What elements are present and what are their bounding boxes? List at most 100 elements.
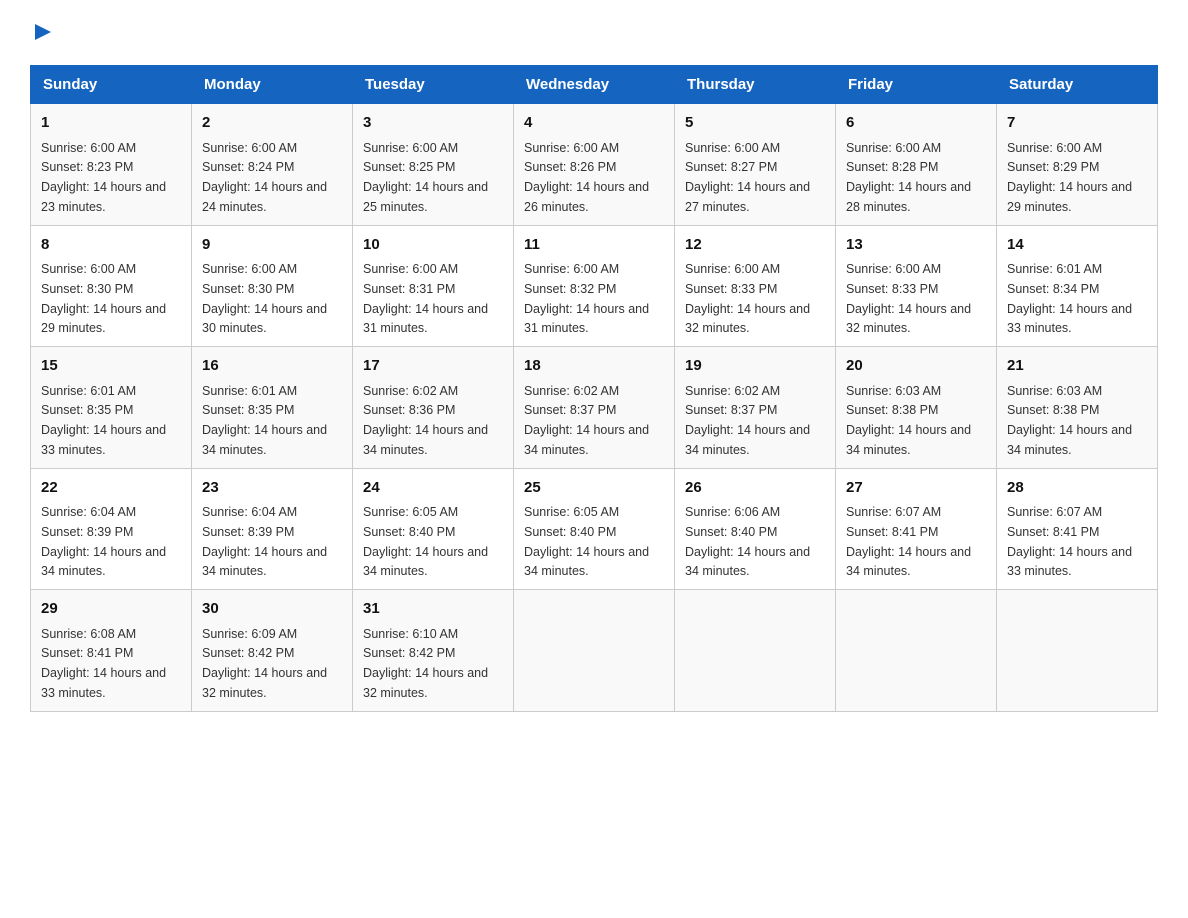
- calendar-cell: 15 Sunrise: 6:01 AMSunset: 8:35 PMDaylig…: [31, 347, 192, 469]
- day-number: 27: [846, 477, 986, 500]
- calendar-cell: 1 Sunrise: 6:00 AMSunset: 8:23 PMDayligh…: [31, 104, 192, 226]
- calendar-cell: 14 Sunrise: 6:01 AMSunset: 8:34 PMDaylig…: [997, 225, 1158, 347]
- day-info: Sunrise: 6:07 AMSunset: 8:41 PMDaylight:…: [846, 505, 971, 578]
- day-info: Sunrise: 6:05 AMSunset: 8:40 PMDaylight:…: [363, 505, 488, 578]
- calendar-week-row: 22 Sunrise: 6:04 AMSunset: 8:39 PMDaylig…: [31, 468, 1158, 590]
- day-number: 24: [363, 477, 503, 500]
- calendar-cell: 11 Sunrise: 6:00 AMSunset: 8:32 PMDaylig…: [514, 225, 675, 347]
- calendar-cell: [675, 590, 836, 712]
- col-header-monday: Monday: [192, 66, 353, 104]
- logo: [30, 20, 53, 47]
- day-info: Sunrise: 6:00 AMSunset: 8:33 PMDaylight:…: [846, 262, 971, 335]
- calendar-cell: 8 Sunrise: 6:00 AMSunset: 8:30 PMDayligh…: [31, 225, 192, 347]
- calendar-cell: 21 Sunrise: 6:03 AMSunset: 8:38 PMDaylig…: [997, 347, 1158, 469]
- day-number: 15: [41, 355, 181, 378]
- day-number: 11: [524, 234, 664, 257]
- calendar-week-row: 1 Sunrise: 6:00 AMSunset: 8:23 PMDayligh…: [31, 104, 1158, 226]
- day-info: Sunrise: 6:00 AMSunset: 8:25 PMDaylight:…: [363, 141, 488, 214]
- col-header-wednesday: Wednesday: [514, 66, 675, 104]
- calendar-cell: 4 Sunrise: 6:00 AMSunset: 8:26 PMDayligh…: [514, 104, 675, 226]
- calendar-cell: 3 Sunrise: 6:00 AMSunset: 8:25 PMDayligh…: [353, 104, 514, 226]
- calendar-cell: 26 Sunrise: 6:06 AMSunset: 8:40 PMDaylig…: [675, 468, 836, 590]
- day-number: 21: [1007, 355, 1147, 378]
- day-info: Sunrise: 6:10 AMSunset: 8:42 PMDaylight:…: [363, 627, 488, 700]
- day-info: Sunrise: 6:00 AMSunset: 8:29 PMDaylight:…: [1007, 141, 1132, 214]
- calendar-cell: 5 Sunrise: 6:00 AMSunset: 8:27 PMDayligh…: [675, 104, 836, 226]
- day-info: Sunrise: 6:05 AMSunset: 8:40 PMDaylight:…: [524, 505, 649, 578]
- calendar-cell: 10 Sunrise: 6:00 AMSunset: 8:31 PMDaylig…: [353, 225, 514, 347]
- calendar-week-row: 8 Sunrise: 6:00 AMSunset: 8:30 PMDayligh…: [31, 225, 1158, 347]
- calendar-cell: 28 Sunrise: 6:07 AMSunset: 8:41 PMDaylig…: [997, 468, 1158, 590]
- day-number: 31: [363, 598, 503, 621]
- day-number: 23: [202, 477, 342, 500]
- calendar-cell: 13 Sunrise: 6:00 AMSunset: 8:33 PMDaylig…: [836, 225, 997, 347]
- day-info: Sunrise: 6:04 AMSunset: 8:39 PMDaylight:…: [41, 505, 166, 578]
- calendar-cell: 29 Sunrise: 6:08 AMSunset: 8:41 PMDaylig…: [31, 590, 192, 712]
- day-info: Sunrise: 6:01 AMSunset: 8:35 PMDaylight:…: [202, 384, 327, 457]
- day-info: Sunrise: 6:08 AMSunset: 8:41 PMDaylight:…: [41, 627, 166, 700]
- calendar-cell: 18 Sunrise: 6:02 AMSunset: 8:37 PMDaylig…: [514, 347, 675, 469]
- day-number: 2: [202, 112, 342, 135]
- page-header: [30, 20, 1158, 47]
- day-number: 17: [363, 355, 503, 378]
- day-number: 9: [202, 234, 342, 257]
- day-info: Sunrise: 6:00 AMSunset: 8:31 PMDaylight:…: [363, 262, 488, 335]
- day-number: 30: [202, 598, 342, 621]
- logo-arrow-icon: [33, 22, 53, 47]
- day-number: 16: [202, 355, 342, 378]
- calendar-cell: [997, 590, 1158, 712]
- day-info: Sunrise: 6:00 AMSunset: 8:27 PMDaylight:…: [685, 141, 810, 214]
- calendar-cell: 23 Sunrise: 6:04 AMSunset: 8:39 PMDaylig…: [192, 468, 353, 590]
- calendar-cell: 24 Sunrise: 6:05 AMSunset: 8:40 PMDaylig…: [353, 468, 514, 590]
- calendar-week-row: 15 Sunrise: 6:01 AMSunset: 8:35 PMDaylig…: [31, 347, 1158, 469]
- col-header-thursday: Thursday: [675, 66, 836, 104]
- day-info: Sunrise: 6:00 AMSunset: 8:24 PMDaylight:…: [202, 141, 327, 214]
- calendar-cell: [836, 590, 997, 712]
- day-number: 28: [1007, 477, 1147, 500]
- day-info: Sunrise: 6:00 AMSunset: 8:33 PMDaylight:…: [685, 262, 810, 335]
- day-number: 18: [524, 355, 664, 378]
- day-number: 29: [41, 598, 181, 621]
- day-number: 5: [685, 112, 825, 135]
- day-info: Sunrise: 6:03 AMSunset: 8:38 PMDaylight:…: [846, 384, 971, 457]
- col-header-friday: Friday: [836, 66, 997, 104]
- day-info: Sunrise: 6:02 AMSunset: 8:37 PMDaylight:…: [524, 384, 649, 457]
- day-number: 14: [1007, 234, 1147, 257]
- day-info: Sunrise: 6:06 AMSunset: 8:40 PMDaylight:…: [685, 505, 810, 578]
- day-number: 12: [685, 234, 825, 257]
- day-number: 10: [363, 234, 503, 257]
- calendar-cell: 30 Sunrise: 6:09 AMSunset: 8:42 PMDaylig…: [192, 590, 353, 712]
- day-number: 8: [41, 234, 181, 257]
- day-number: 6: [846, 112, 986, 135]
- day-info: Sunrise: 6:00 AMSunset: 8:26 PMDaylight:…: [524, 141, 649, 214]
- day-number: 20: [846, 355, 986, 378]
- logo-container: [30, 20, 53, 47]
- day-number: 19: [685, 355, 825, 378]
- day-number: 13: [846, 234, 986, 257]
- day-info: Sunrise: 6:07 AMSunset: 8:41 PMDaylight:…: [1007, 505, 1132, 578]
- calendar-table: SundayMondayTuesdayWednesdayThursdayFrid…: [30, 65, 1158, 712]
- day-info: Sunrise: 6:02 AMSunset: 8:36 PMDaylight:…: [363, 384, 488, 457]
- day-number: 4: [524, 112, 664, 135]
- day-info: Sunrise: 6:03 AMSunset: 8:38 PMDaylight:…: [1007, 384, 1132, 457]
- day-info: Sunrise: 6:02 AMSunset: 8:37 PMDaylight:…: [685, 384, 810, 457]
- day-info: Sunrise: 6:04 AMSunset: 8:39 PMDaylight:…: [202, 505, 327, 578]
- calendar-header-row: SundayMondayTuesdayWednesdayThursdayFrid…: [31, 66, 1158, 104]
- day-number: 25: [524, 477, 664, 500]
- day-number: 7: [1007, 112, 1147, 135]
- day-info: Sunrise: 6:00 AMSunset: 8:23 PMDaylight:…: [41, 141, 166, 214]
- col-header-saturday: Saturday: [997, 66, 1158, 104]
- calendar-week-row: 29 Sunrise: 6:08 AMSunset: 8:41 PMDaylig…: [31, 590, 1158, 712]
- calendar-cell: 22 Sunrise: 6:04 AMSunset: 8:39 PMDaylig…: [31, 468, 192, 590]
- calendar-cell: [514, 590, 675, 712]
- calendar-cell: 12 Sunrise: 6:00 AMSunset: 8:33 PMDaylig…: [675, 225, 836, 347]
- calendar-cell: 25 Sunrise: 6:05 AMSunset: 8:40 PMDaylig…: [514, 468, 675, 590]
- day-info: Sunrise: 6:00 AMSunset: 8:30 PMDaylight:…: [202, 262, 327, 335]
- day-number: 26: [685, 477, 825, 500]
- day-info: Sunrise: 6:00 AMSunset: 8:32 PMDaylight:…: [524, 262, 649, 335]
- col-header-sunday: Sunday: [31, 66, 192, 104]
- day-number: 3: [363, 112, 503, 135]
- calendar-cell: 27 Sunrise: 6:07 AMSunset: 8:41 PMDaylig…: [836, 468, 997, 590]
- day-info: Sunrise: 6:09 AMSunset: 8:42 PMDaylight:…: [202, 627, 327, 700]
- calendar-cell: 9 Sunrise: 6:00 AMSunset: 8:30 PMDayligh…: [192, 225, 353, 347]
